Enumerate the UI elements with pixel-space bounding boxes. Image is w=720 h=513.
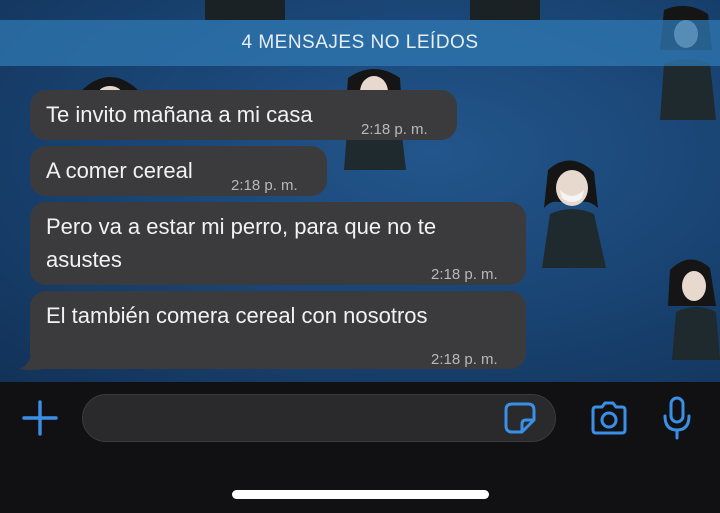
- sticker-icon[interactable]: [502, 400, 538, 436]
- message-time: 2:18 p. m.: [361, 121, 428, 138]
- message-input[interactable]: [82, 394, 556, 442]
- message-time: 2:18 p. m.: [431, 351, 498, 368]
- message-text: Te invito mañana a mi casa: [46, 102, 313, 127]
- message-text-continued: asustes: [46, 247, 122, 272]
- bubble-tail: [18, 349, 44, 370]
- message-text: El también comera cereal con nosotros: [46, 303, 428, 328]
- wallpaper-figure: [205, 0, 285, 20]
- home-indicator[interactable]: [232, 490, 489, 499]
- message-bubble[interactable]: El también comera cereal con nosotros 2:…: [30, 291, 526, 369]
- message-text: Pero va a estar mi perro, para que no te: [46, 214, 437, 239]
- message-time: 2:18 p. m.: [231, 177, 298, 194]
- unread-banner: 4 MENSAJES NO LEÍDOS: [0, 20, 720, 66]
- message-bubble[interactable]: Pero va a estar mi perro, para que no te…: [30, 202, 526, 285]
- wallpaper-figure: [542, 160, 606, 268]
- microphone-icon[interactable]: [662, 396, 692, 440]
- unread-count-label: 4 MENSAJES NO LEÍDOS: [241, 32, 479, 53]
- message-text: A comer cereal: [46, 158, 193, 183]
- camera-icon[interactable]: [589, 400, 629, 436]
- wallpaper-figure: [470, 0, 540, 20]
- chat-area[interactable]: 4 MENSAJES NO LEÍDOS Te invito mañana a …: [0, 0, 720, 382]
- message-bubble[interactable]: Te invito mañana a mi casa 2:18 p. m.: [30, 90, 457, 140]
- plus-icon[interactable]: [22, 400, 58, 436]
- wallpaper-figure: [668, 259, 720, 360]
- message-bubble[interactable]: A comer cereal 2:18 p. m.: [30, 146, 327, 196]
- message-time: 2:18 p. m.: [431, 266, 498, 283]
